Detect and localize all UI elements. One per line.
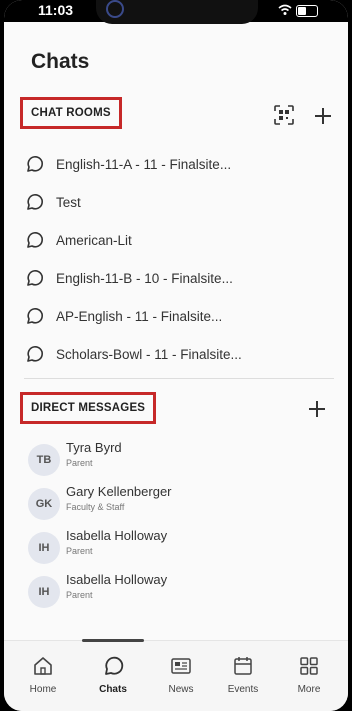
direct-message-item[interactable]: TB Tyra Byrd Parent xyxy=(28,440,328,480)
tab-events[interactable]: Events xyxy=(210,641,276,703)
chat-room-label: AP-English - 11 - Finalsite... xyxy=(56,308,223,324)
wifi-icon xyxy=(278,4,292,15)
tab-news[interactable]: News xyxy=(148,641,214,703)
direct-message-item[interactable]: GK Gary Kellenberger Faculty & Staff xyxy=(28,484,328,524)
contact-name: Gary Kellenberger xyxy=(66,484,172,499)
tab-chats[interactable]: Chats xyxy=(80,641,146,703)
chat-bubble-icon xyxy=(27,270,43,286)
phone-screen: 11:03 Chats CHAT ROOMS English-11-A - 11… xyxy=(4,0,348,711)
qr-scan-icon[interactable] xyxy=(274,105,294,125)
tab-home[interactable]: Home xyxy=(10,641,76,703)
home-icon xyxy=(34,657,52,675)
direct-message-item[interactable]: IH Isabella Holloway Parent xyxy=(28,528,328,568)
add-chat-room-button[interactable] xyxy=(314,107,332,125)
tab-label: News xyxy=(168,684,194,695)
chat-rooms-heading: CHAT ROOMS xyxy=(20,97,122,129)
direct-message-item[interactable]: IH Isabella Holloway Parent xyxy=(28,572,328,612)
chat-room-item[interactable]: AP-English - 11 - Finalsite... xyxy=(20,298,340,334)
contact-role: Parent xyxy=(66,590,93,600)
chat-room-item[interactable]: Scholars-Bowl - 11 - Finalsite... xyxy=(20,336,340,372)
avatar: GK xyxy=(28,488,60,520)
chat-room-item[interactable]: English-11-B - 10 - Finalsite... xyxy=(20,260,340,296)
chat-bubble-icon xyxy=(27,346,43,362)
bottom-tab-bar: Home Chats News Events More xyxy=(4,639,348,711)
tab-label: Chats xyxy=(99,684,127,695)
contact-name: Isabella Holloway xyxy=(66,572,168,587)
chat-bubble-icon xyxy=(27,308,43,324)
contact-name: Isabella Holloway xyxy=(66,528,168,543)
contact-role: Parent xyxy=(66,458,93,468)
chat-room-label: Test xyxy=(56,194,81,210)
battery-icon xyxy=(296,5,318,17)
chat-room-label: American-Lit xyxy=(56,232,132,248)
avatar: TB xyxy=(28,444,60,476)
chat-room-item[interactable]: English-11-A - 11 - Finalsite... xyxy=(20,146,340,182)
camera-notch xyxy=(96,0,258,24)
tab-more[interactable]: More xyxy=(276,641,342,703)
contact-role: Faculty & Staff xyxy=(66,502,125,512)
tab-label: Events xyxy=(227,684,259,695)
chat-room-item[interactable]: American-Lit xyxy=(20,222,340,258)
tab-label: More xyxy=(297,684,321,695)
chat-room-label: Scholars-Bowl - 11 - Finalsite... xyxy=(56,346,242,362)
tab-label: Home xyxy=(29,684,57,695)
chat-room-label: English-11-B - 10 - Finalsite... xyxy=(56,270,233,286)
contact-role: Parent xyxy=(66,546,93,556)
avatar: IH xyxy=(28,532,60,564)
chat-room-item[interactable]: Test xyxy=(20,184,340,220)
add-direct-message-button[interactable] xyxy=(308,400,326,418)
chat-bubble-icon xyxy=(27,194,43,210)
status-time: 11:03 xyxy=(38,2,74,18)
section-divider xyxy=(24,378,334,379)
avatar: IH xyxy=(28,576,60,608)
app-icon xyxy=(106,0,124,18)
news-icon xyxy=(171,658,191,674)
page-title: Chats xyxy=(31,50,90,73)
status-bar: 11:03 xyxy=(4,0,348,24)
calendar-icon xyxy=(234,657,252,675)
chat-bubble-icon xyxy=(27,156,43,172)
chat-icon xyxy=(105,656,124,675)
contact-name: Tyra Byrd xyxy=(66,440,122,455)
chat-bubble-icon xyxy=(27,232,43,248)
grid-icon xyxy=(300,657,318,675)
direct-messages-heading: DIRECT MESSAGES xyxy=(20,392,157,424)
chat-room-label: English-11-A - 11 - Finalsite... xyxy=(56,156,232,172)
